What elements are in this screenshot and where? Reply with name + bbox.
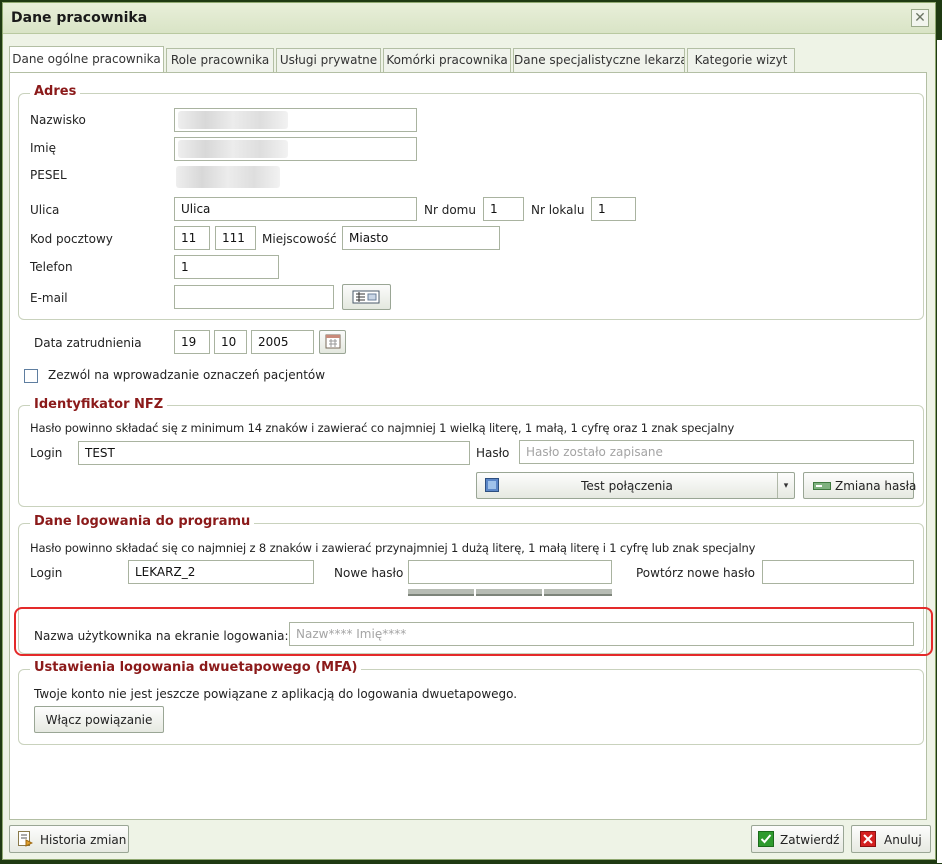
- mfa-legend: Ustawienia logowania dwuetapowego (MFA): [30, 660, 362, 675]
- password-strength-segment: [408, 589, 474, 596]
- change-password-button[interactable]: Zmiana hasła: [803, 472, 917, 499]
- surname-redacted: [178, 111, 288, 129]
- marking-permission-checkbox[interactable]: [24, 369, 38, 383]
- pesel-redacted[interactable]: [176, 166, 280, 188]
- phone-field[interactable]: 1: [174, 255, 279, 279]
- calendar-icon: [325, 334, 341, 349]
- program-password-hint: Hasło powinno składać się co najmniej z …: [30, 541, 756, 555]
- nfz-password-label: Hasło: [476, 446, 510, 460]
- calendar-button[interactable]: [319, 330, 346, 354]
- zip-code-part2-field[interactable]: 111: [215, 226, 256, 250]
- house-number-field[interactable]: 1: [483, 197, 524, 221]
- new-password-field[interactable]: [408, 560, 612, 584]
- repeat-password-label: Powtórz nowe hasło: [636, 566, 755, 580]
- surname-label: Nazwisko: [30, 113, 86, 127]
- city-field[interactable]: Miasto: [342, 226, 500, 250]
- street-label: Ulica: [30, 203, 60, 217]
- flat-number-label: Nr lokalu: [531, 203, 585, 217]
- test-connection-label: Test połączenia: [581, 479, 673, 493]
- employment-day-field[interactable]: 19: [174, 330, 210, 354]
- employment-year-field[interactable]: 2005: [251, 330, 314, 354]
- annotation-highlight: [14, 607, 933, 656]
- new-password-label: Nowe hasło: [334, 566, 404, 580]
- nfz-legend: Identyfikator NFZ: [30, 397, 168, 412]
- password-strength-segment: [476, 589, 542, 596]
- street-field[interactable]: Ulica: [174, 197, 417, 221]
- firstname-label: Imię: [30, 141, 56, 155]
- mfa-status-text: Twoje konto nie jest jeszcze powiązane z…: [34, 687, 518, 701]
- address-book-icon: [352, 290, 380, 304]
- zip-code-label: Kod pocztowy: [30, 232, 113, 246]
- key-icon: [813, 482, 831, 490]
- history-label: Historia zmian: [40, 833, 127, 847]
- enable-mfa-label: Włącz powiązanie: [45, 713, 153, 727]
- history-button[interactable]: Historia zmian: [9, 825, 129, 853]
- employment-month-field[interactable]: 10: [214, 330, 247, 354]
- program-login-label: Login: [30, 566, 63, 580]
- enable-mfa-button[interactable]: Włącz powiązanie: [34, 706, 164, 733]
- general-panel: Adres Nazwisko Imię PESEL Ulica Ulica Nr…: [9, 72, 927, 820]
- email-picker-button[interactable]: [342, 284, 391, 310]
- nfz-login-field[interactable]: TEST: [78, 441, 470, 465]
- cancel-button[interactable]: Anuluj: [851, 825, 931, 853]
- nfz-password-hint: Hasło powinno składać się z minimum 14 z…: [30, 421, 735, 435]
- program-login-field[interactable]: LEKARZ_2: [128, 560, 314, 584]
- confirm-label: Zatwierdź: [780, 833, 840, 847]
- zip-code-part1-field[interactable]: 11: [174, 226, 210, 250]
- history-icon: [18, 831, 33, 847]
- house-number-label: Nr domu: [424, 203, 476, 217]
- x-icon: [860, 831, 876, 847]
- repeat-password-field[interactable]: [762, 560, 914, 584]
- firstname-redacted: [178, 140, 288, 158]
- email-label: E-mail: [30, 291, 68, 305]
- address-legend: Adres: [30, 84, 81, 99]
- employment-date-label: Data zatrudnienia: [34, 336, 142, 350]
- test-connection-button[interactable]: Test połączenia ▾: [476, 472, 795, 499]
- check-icon: [758, 831, 774, 847]
- email-field[interactable]: [174, 285, 334, 309]
- phone-label: Telefon: [30, 260, 73, 274]
- cancel-label: Anuluj: [884, 833, 922, 847]
- program-login-legend: Dane logowania do programu: [30, 514, 255, 529]
- chevron-down-icon[interactable]: ▾: [777, 473, 794, 498]
- password-strength-segment: [544, 589, 612, 596]
- city-label: Miejscowość: [262, 232, 337, 246]
- change-password-label: Zmiana hasła: [835, 479, 917, 493]
- nfz-login-label: Login: [30, 446, 63, 460]
- flat-number-field[interactable]: 1: [591, 197, 636, 221]
- employee-dialog: Dane pracownika ✕ Dane ogólne pracownika…: [2, 2, 936, 860]
- confirm-button[interactable]: Zatwierdź: [751, 825, 844, 853]
- marking-permission-label: Zezwól na wprowadzanie oznaczeń pacjentó…: [48, 368, 326, 382]
- nfz-password-field[interactable]: Hasło zostało zapisane: [519, 440, 914, 464]
- pesel-label: PESEL: [30, 168, 67, 182]
